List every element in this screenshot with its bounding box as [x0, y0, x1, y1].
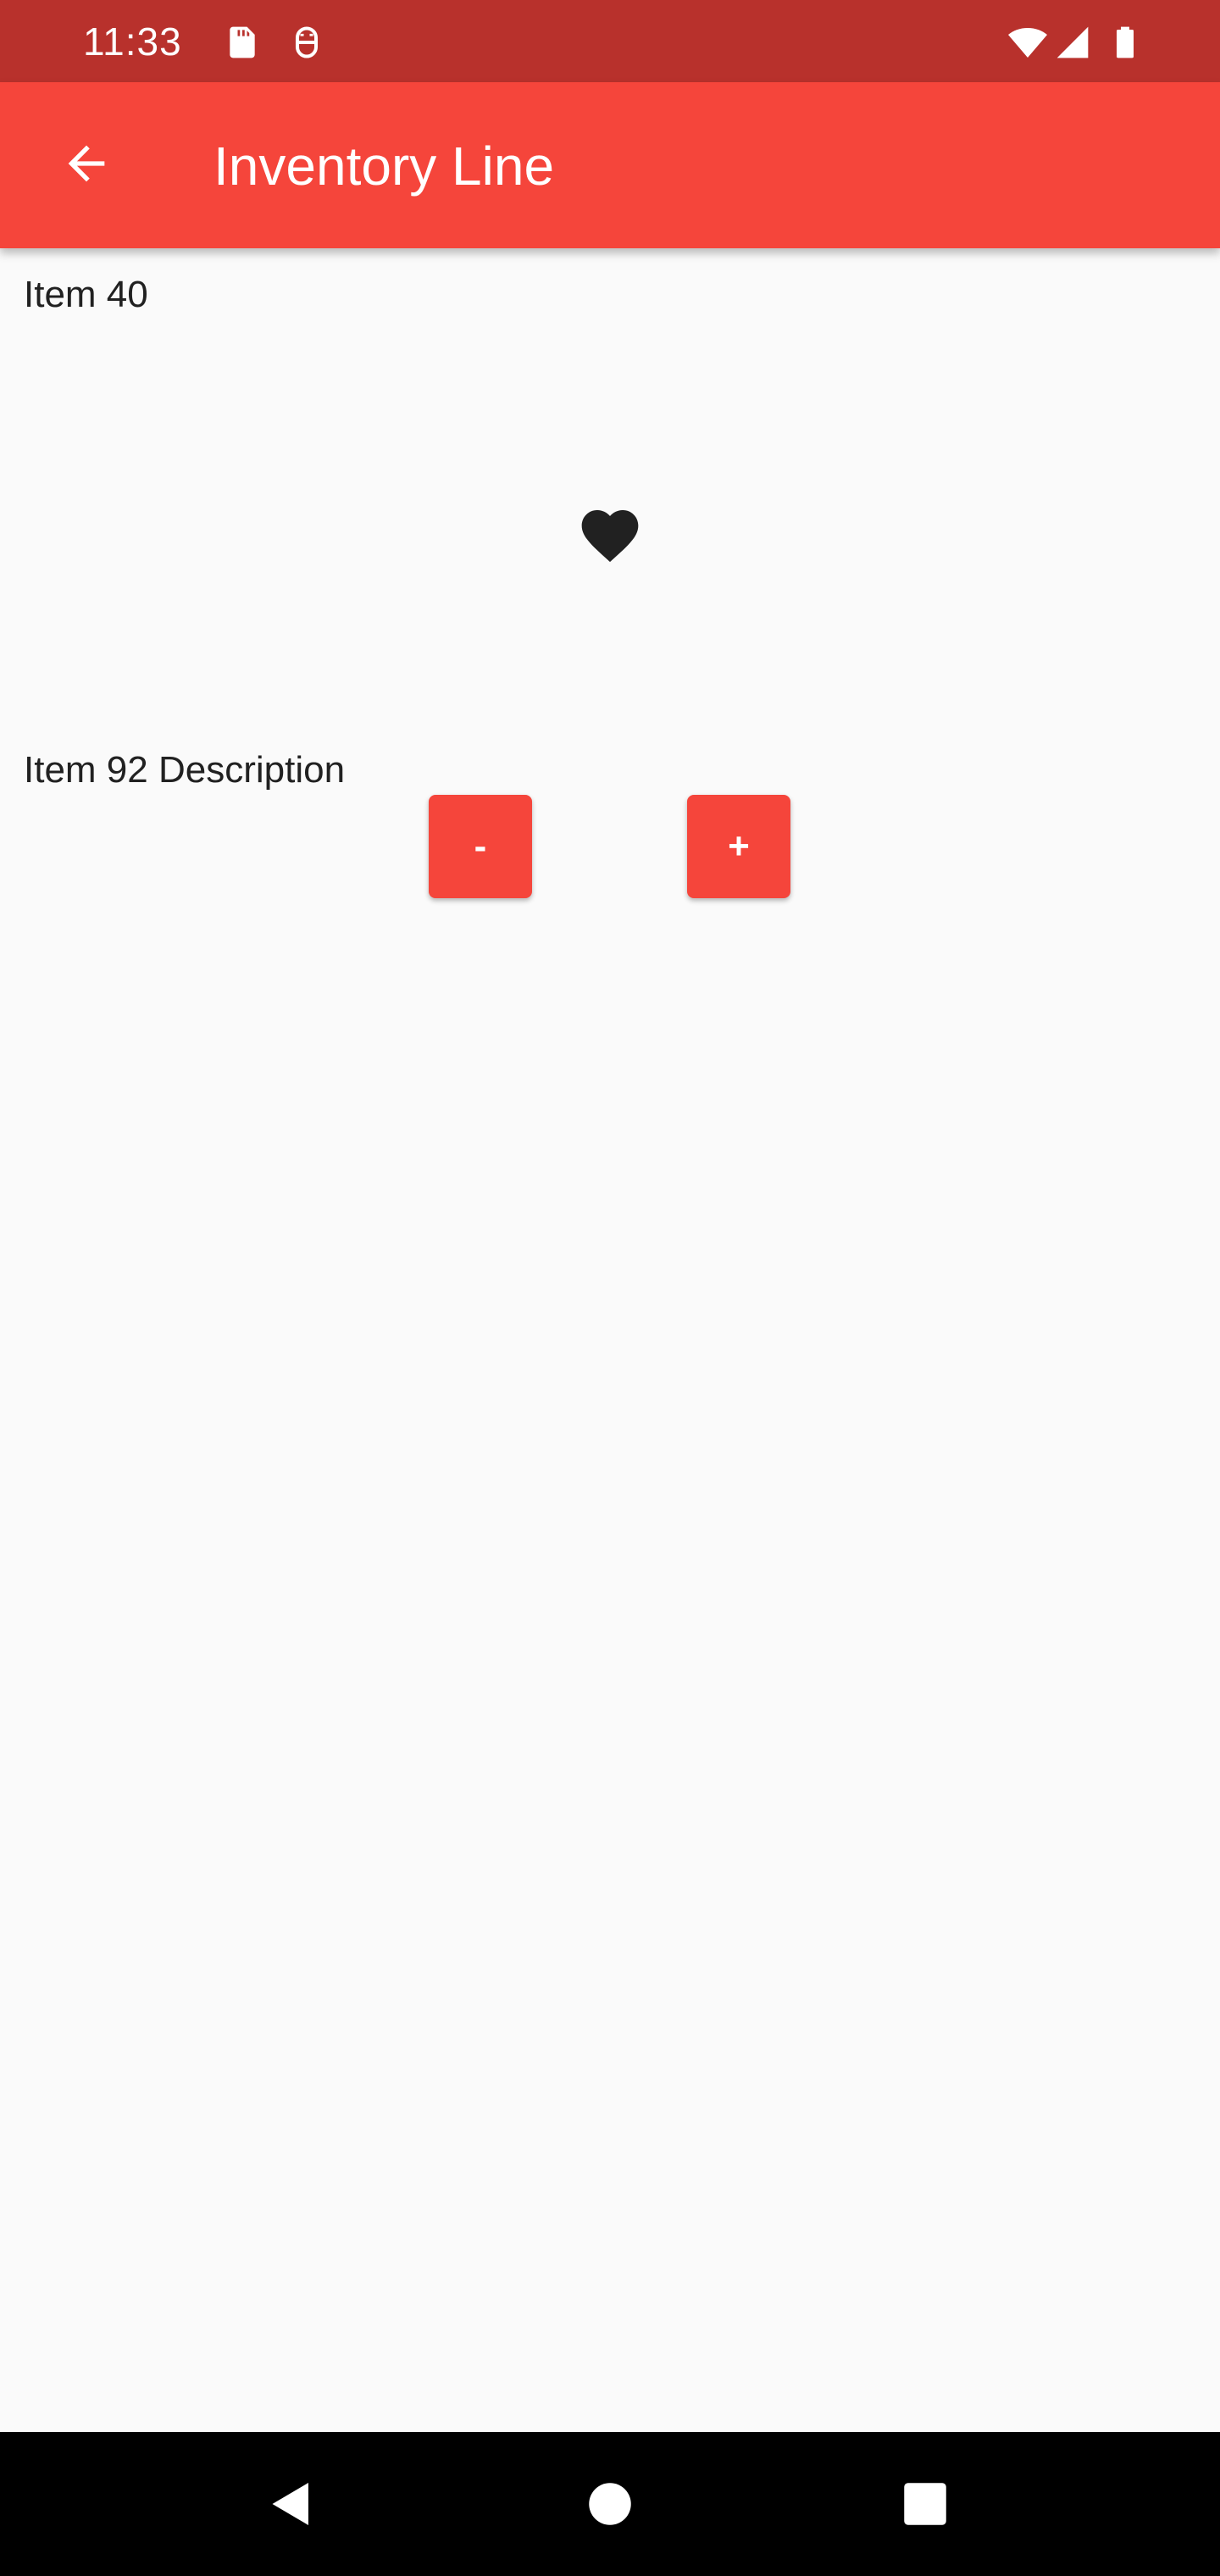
nav-back-button[interactable] [254, 2467, 329, 2541]
signal-icon [1054, 22, 1091, 63]
nav-recents-button[interactable] [888, 2467, 962, 2541]
decrease-quantity-button[interactable]: - [429, 795, 532, 898]
home-circle-icon [589, 2483, 631, 2525]
recents-square-icon [904, 2483, 946, 2525]
system-navigation-bar [0, 2432, 1220, 2576]
page-title: Inventory Line [214, 136, 555, 197]
increase-quantity-button[interactable]: + [687, 795, 790, 898]
app-bar: Inventory Line [0, 82, 1220, 248]
back-triangle-icon [272, 2483, 308, 2525]
nav-home-button[interactable] [573, 2467, 647, 2541]
battery-icon [1108, 22, 1142, 63]
status-time: 11:33 [83, 19, 182, 64]
screen: 11:33 Inventory Line Item 40 Item 92 Des… [0, 0, 1220, 2576]
wifi-icon [1005, 22, 1051, 63]
heart-icon[interactable] [576, 502, 644, 569]
back-button[interactable] [44, 121, 129, 206]
status-bar: 11:33 [0, 0, 1220, 82]
sd-card-icon [224, 22, 261, 63]
item-description: Item 92 Description [24, 749, 346, 791]
android-debug-icon [288, 22, 325, 63]
arrow-back-icon [68, 145, 105, 182]
item-title: Item 40 [24, 274, 148, 315]
